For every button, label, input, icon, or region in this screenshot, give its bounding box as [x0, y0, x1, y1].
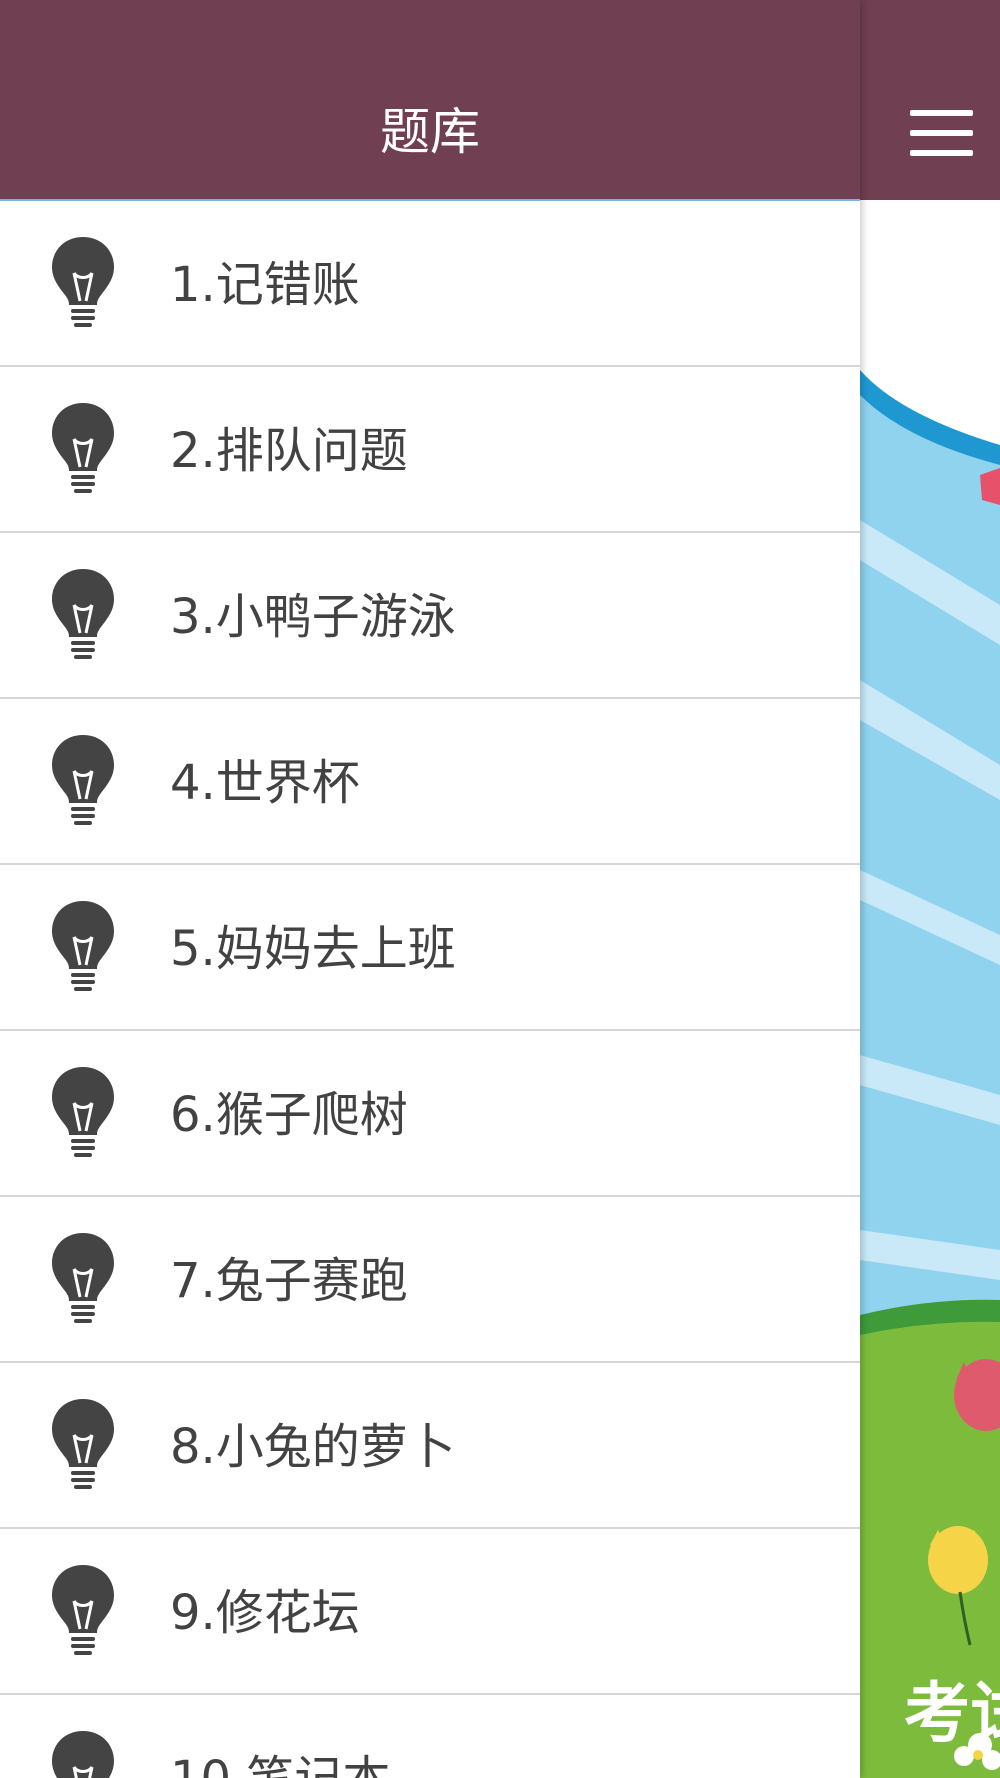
lightbulb-icon	[52, 1565, 114, 1655]
question-list-item-label: 3.小鸭子游泳	[170, 589, 456, 645]
question-list-item-label: 8.小兔的萝卜	[170, 1419, 456, 1475]
main-header	[860, 0, 1000, 200]
lightbulb-icon	[52, 569, 114, 659]
question-list-item-label: 9.修花坛	[170, 1585, 360, 1641]
question-list-item[interactable]: 4.世界杯	[0, 699, 860, 865]
question-list-item-label: 4.世界杯	[170, 755, 360, 811]
question-list-item[interactable]: 10.笔记本	[0, 1695, 860, 1778]
banner-title: 考试	[904, 1675, 1000, 1752]
question-list-item-label: 6.猴子爬树	[170, 1087, 408, 1143]
lightbulb-icon	[52, 901, 114, 991]
question-list-item[interactable]: 5.妈妈去上班	[0, 865, 860, 1031]
lightbulb-icon	[52, 1731, 114, 1778]
lightbulb-icon	[52, 403, 114, 493]
question-list-item[interactable]: 1.记错账	[0, 201, 860, 367]
drawer-title: 题库	[380, 103, 480, 161]
question-list-item[interactable]: 9.修花坛	[0, 1529, 860, 1695]
home-banner-image: 考试	[860, 200, 1000, 1778]
lightbulb-icon	[52, 1067, 114, 1157]
navigation-drawer: 题库 1.记错账 2.排队问题 3.小鸭子游泳 4.世界杯 5.妈妈去上班 6.…	[0, 0, 860, 1778]
lightbulb-icon	[52, 237, 114, 327]
question-list-item-label: 5.妈妈去上班	[170, 921, 456, 977]
drawer-header: 题库	[0, 0, 860, 201]
question-list-item[interactable]: 6.猴子爬树	[0, 1031, 860, 1197]
question-list-item[interactable]: 8.小兔的萝卜	[0, 1363, 860, 1529]
lightbulb-icon	[52, 1399, 114, 1489]
question-list-item[interactable]: 2.排队问题	[0, 367, 860, 533]
question-list-item-label: 10.笔记本	[170, 1749, 390, 1778]
lightbulb-icon	[52, 1233, 114, 1323]
lightbulb-icon	[52, 735, 114, 825]
question-list-item-label: 7.兔子赛跑	[170, 1253, 408, 1309]
question-list: 1.记错账 2.排队问题 3.小鸭子游泳 4.世界杯 5.妈妈去上班 6.猴子爬…	[0, 201, 860, 1778]
question-list-item[interactable]: 3.小鸭子游泳	[0, 533, 860, 699]
question-list-item-label: 2.排队问题	[170, 423, 408, 479]
main-page: 考试	[860, 0, 1000, 1778]
screen: 考试 题库 1.记错账 2.排队问题	[0, 0, 1000, 1778]
question-list-item-label: 1.记错账	[170, 257, 360, 313]
hamburger-menu-icon[interactable]	[910, 103, 980, 163]
question-list-item[interactable]: 7.兔子赛跑	[0, 1197, 860, 1363]
